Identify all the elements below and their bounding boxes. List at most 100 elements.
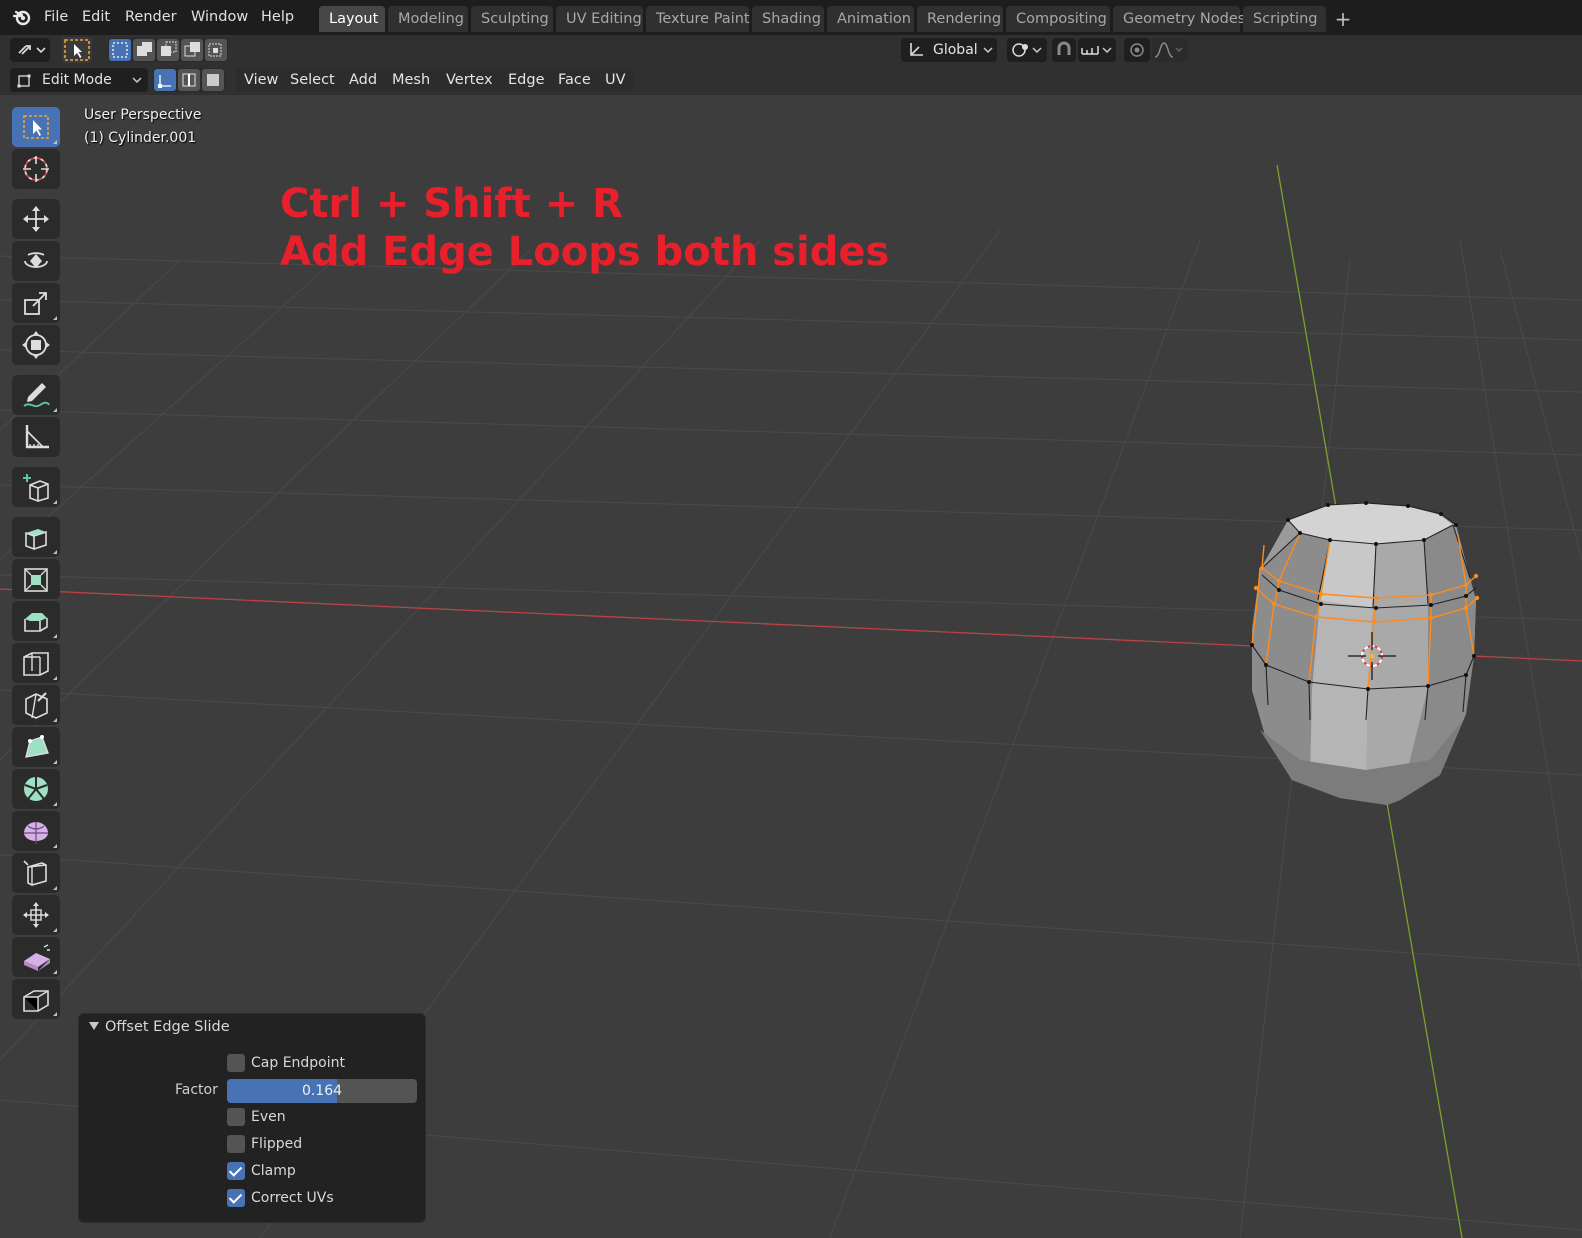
mode-dropdown[interactable]: Edit Mode	[10, 68, 148, 92]
smooth-icon	[24, 822, 48, 844]
menu-help[interactable]: Help	[261, 6, 294, 28]
shrink-fatten-icon	[23, 902, 49, 928]
cylinder-mesh[interactable]	[1250, 501, 1480, 805]
flipped-label: Flipped	[251, 1136, 303, 1152]
measure-icon	[25, 425, 49, 449]
proportional-falloff-dropdown[interactable]	[1152, 38, 1188, 62]
tab-compositing[interactable]: Compositing	[1006, 6, 1110, 32]
tab-shading[interactable]: Shading	[752, 6, 824, 32]
add-workspace-button[interactable]: +	[1332, 6, 1354, 32]
tab-scripting[interactable]: Scripting	[1243, 6, 1326, 32]
spin-icon	[24, 777, 48, 801]
face-select-icon[interactable]	[202, 69, 224, 91]
even-label: Even	[251, 1109, 286, 1125]
editor-type-dropdown[interactable]	[10, 38, 50, 62]
tool-rip-region[interactable]	[12, 979, 60, 1019]
tool-cursor[interactable]	[12, 149, 60, 189]
annotate-icon	[23, 383, 50, 408]
tool-bevel[interactable]	[12, 601, 60, 641]
clamp-label: Clamp	[251, 1163, 296, 1179]
tool-shrink-fatten[interactable]	[12, 895, 60, 935]
tool-spin[interactable]	[12, 769, 60, 809]
even-checkbox[interactable]	[227, 1108, 245, 1126]
tool-move[interactable]	[12, 199, 60, 239]
snap-toggle[interactable]	[1052, 38, 1076, 62]
tab-geometry-nodes[interactable]: Geometry Nodes	[1113, 6, 1245, 32]
selection-mode-group	[108, 38, 228, 62]
tool-add-cube[interactable]	[12, 467, 60, 507]
tool-measure[interactable]	[12, 417, 60, 457]
factor-value: 0.164	[301, 1083, 343, 1099]
tab-rendering[interactable]: Rendering	[917, 6, 1003, 32]
edit-mode-icon	[17, 74, 31, 88]
tab-layout[interactable]: Layout	[319, 6, 385, 32]
menu-edit[interactable]: Edit	[82, 6, 110, 28]
top-menubar: File Edit Render Window Help Layout Mode…	[0, 0, 1582, 35]
cap-endpoint-checkbox[interactable]	[227, 1054, 245, 1072]
menu-window[interactable]: Window	[191, 6, 248, 28]
select-set-extend-icon[interactable]	[133, 39, 155, 61]
tab-uv-editing[interactable]: UV Editing	[556, 6, 643, 32]
edge-select-icon[interactable]	[178, 69, 200, 91]
menu-file[interactable]: File	[44, 6, 68, 28]
flipped-checkbox[interactable]	[227, 1135, 245, 1153]
tool-smooth[interactable]	[12, 811, 60, 851]
correct-uvs-checkbox[interactable]	[227, 1189, 245, 1207]
factor-slider[interactable]: 0.164	[227, 1079, 417, 1103]
chevron-down-icon	[132, 77, 142, 84]
clamp-checkbox[interactable]	[227, 1162, 245, 1180]
proportional-editing-toggle[interactable]	[1124, 38, 1150, 62]
operator-panel-title[interactable]: Offset Edge Slide	[105, 1019, 230, 1035]
select-set-invert-icon[interactable]	[181, 39, 203, 61]
description-annotation: Add Edge Loops both sides	[280, 229, 890, 275]
menu-add[interactable]: Add	[341, 68, 386, 92]
tool-knife[interactable]	[12, 685, 60, 725]
menu-render[interactable]: Render	[125, 6, 177, 28]
select-set-subtract-icon[interactable]	[157, 39, 179, 61]
viewport-header: Edit Mode View Select Add Mesh Vertex Ed…	[0, 65, 1582, 95]
pivot-point-icon	[1012, 43, 1042, 57]
extrude-region-icon	[25, 529, 47, 551]
blender-logo-icon[interactable]	[12, 7, 32, 27]
tool-edge-slide[interactable]	[12, 853, 60, 893]
menu-face[interactable]: Face	[550, 68, 599, 92]
orientation-label: Global	[933, 42, 978, 58]
tool-poly-build[interactable]	[12, 727, 60, 767]
menu-mesh[interactable]: Mesh	[384, 68, 439, 92]
tool-loop-cut[interactable]	[12, 643, 60, 683]
menu-edge[interactable]: Edge	[500, 68, 553, 92]
tab-sculpting[interactable]: Sculpting	[471, 6, 553, 32]
object-name: (1) Cylinder.001	[84, 130, 197, 146]
tab-animation[interactable]: Animation	[827, 6, 914, 32]
rip-region-icon	[23, 990, 49, 1012]
editor-type-icon	[18, 45, 46, 55]
mode-label: Edit Mode	[42, 72, 112, 88]
tool-rotate[interactable]	[12, 241, 60, 281]
transform-orientation-dropdown[interactable]: Global	[901, 38, 997, 62]
tool-select-box[interactable]	[12, 107, 60, 147]
select-set-intersect-icon[interactable]	[205, 39, 227, 61]
pivot-point-dropdown[interactable]	[1007, 38, 1047, 62]
chevron-down-icon	[983, 47, 993, 54]
tab-modeling[interactable]: Modeling	[388, 6, 468, 32]
tool-extrude-region[interactable]	[12, 517, 60, 557]
tool-scale[interactable]	[12, 283, 60, 323]
select-set-new-icon[interactable]	[109, 39, 131, 61]
tab-texture-paint[interactable]: Texture Paint	[646, 6, 750, 32]
menu-uv[interactable]: UV	[597, 68, 634, 92]
tool-shear[interactable]	[12, 937, 60, 977]
tool-inset-faces[interactable]	[12, 559, 60, 599]
inset-faces-icon	[24, 568, 48, 592]
select-tool-button[interactable]	[62, 37, 92, 63]
menu-vertex[interactable]: Vertex	[438, 68, 501, 92]
snap-target-dropdown[interactable]	[1078, 38, 1116, 62]
menu-view[interactable]: View	[236, 68, 287, 92]
menu-select[interactable]: Select	[282, 68, 343, 92]
tool-transform[interactable]	[12, 325, 60, 365]
tool-annotate[interactable]	[12, 375, 60, 415]
collapse-triangle-icon[interactable]	[89, 1022, 99, 1030]
cap-endpoint-label: Cap Endpoint	[251, 1055, 346, 1071]
operator-panel: Offset Edge Slide Cap Endpoint Factor 0.…	[78, 1013, 426, 1223]
poly-build-icon	[25, 735, 49, 758]
vertex-select-icon[interactable]	[154, 69, 176, 91]
